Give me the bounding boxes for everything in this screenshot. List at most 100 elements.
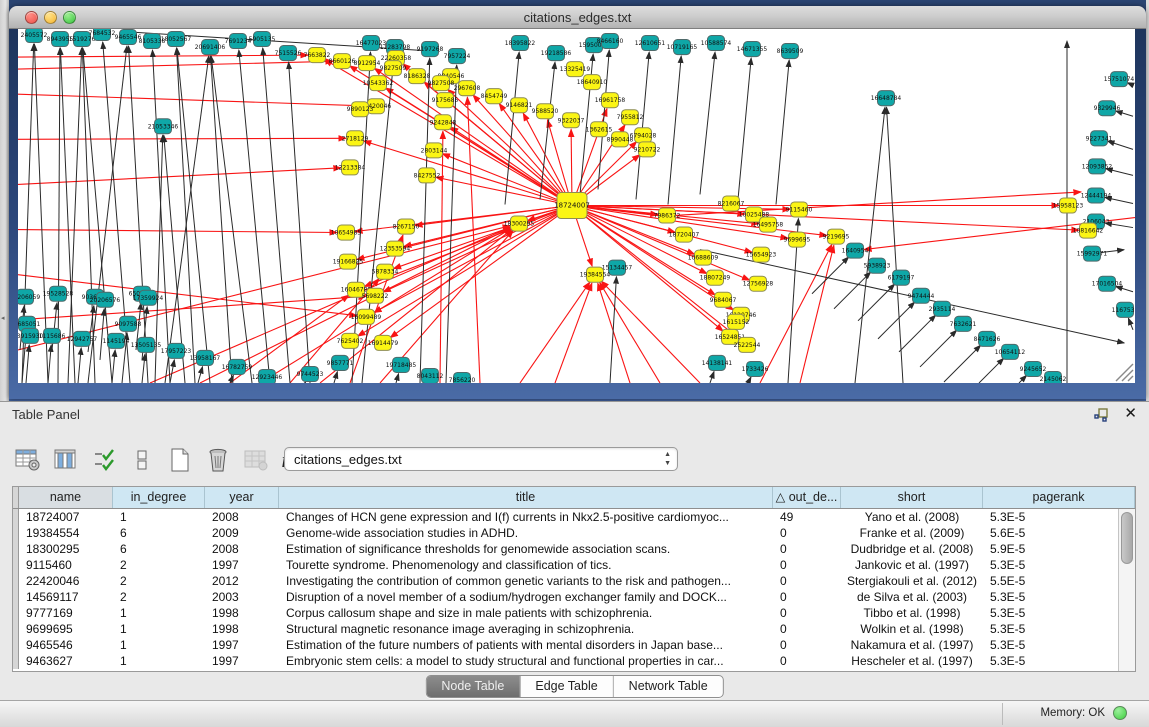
table-cell[interactable]: Genome-wide association studies in ADHD. [279, 525, 773, 541]
table-cell[interactable]: 9463627 [19, 653, 113, 669]
scrollbar-thumb[interactable] [1121, 512, 1133, 564]
table-cell[interactable]: Dudbridge et al. (2008) [841, 541, 983, 557]
table-cell[interactable]: Investigating the contribution of common… [279, 573, 773, 589]
column-header-in_degree[interactable]: in_degree [113, 487, 205, 508]
table-cell[interactable]: Wolkin et al. (1998) [841, 621, 983, 637]
table-cell[interactable]: 1997 [205, 653, 279, 669]
table-cell[interactable]: 2 [113, 589, 205, 605]
table-cell[interactable]: Franke et al. (2009) [841, 525, 983, 541]
table-row[interactable]: 1872400712008Changes of HCN gene express… [13, 509, 1135, 525]
table-cell[interactable]: 9777169 [19, 605, 113, 621]
table-cell[interactable]: 5.6E-5 [983, 525, 1135, 541]
table-cell[interactable]: 1 [113, 605, 205, 621]
table-cell[interactable]: 18724007 [19, 509, 113, 525]
network-canvas[interactable]: 2405572894395515192767684532946554681053… [18, 29, 1135, 383]
table-cell[interactable]: Nakamura et al. (1997) [841, 637, 983, 653]
tab-edge-table[interactable]: Edge Table [520, 676, 613, 697]
splitter-collapse-icon[interactable]: ◂ [1, 314, 5, 322]
table-cell[interactable]: 2009 [205, 525, 279, 541]
table-cell[interactable]: 1 [113, 653, 205, 669]
memory-status-indicator[interactable] [1113, 706, 1127, 720]
table-cell[interactable]: 2 [113, 573, 205, 589]
network-window[interactable]: citations_edges.txt 24055728943955151927… [9, 6, 1146, 399]
table-cell[interactable]: Stergiakouli et al. (2012) [841, 573, 983, 589]
new-table-icon[interactable] [166, 447, 193, 473]
table-cell[interactable]: 5.9E-5 [983, 541, 1135, 557]
table-cell[interactable]: 5.3E-5 [983, 557, 1135, 573]
table-cell[interactable]: Hescheler et al. (1997) [841, 653, 983, 669]
table-cell[interactable]: 5.3E-5 [983, 637, 1135, 653]
table-cell[interactable]: 2 [113, 557, 205, 573]
table-row[interactable]: 946362711997Embryonic stem cells: a mode… [13, 653, 1135, 669]
column-header-year[interactable]: year [205, 487, 279, 508]
show-columns-icon[interactable] [52, 447, 79, 473]
table-cell[interactable]: 0 [773, 653, 841, 669]
table-row[interactable]: 1456911722003Disruption of a novel membe… [13, 589, 1135, 605]
table-cell[interactable]: 0 [773, 589, 841, 605]
vertical-scrollbar[interactable] [1118, 509, 1135, 671]
window-resize-grip[interactable] [1116, 364, 1133, 381]
table-cell[interactable]: Disruption of a novel member of a sodium… [279, 589, 773, 605]
table-cell[interactable]: 1998 [205, 621, 279, 637]
table-cell[interactable]: 1997 [205, 557, 279, 573]
table-row[interactable]: 2242004622012Investigating the contribut… [13, 573, 1135, 589]
left-splitter[interactable]: ◂ [0, 0, 9, 401]
table-cell[interactable]: 14569117 [19, 589, 113, 605]
table-cell[interactable]: 19384554 [19, 525, 113, 541]
column-header-short[interactable]: short [841, 487, 983, 508]
table-cell[interactable]: 2012 [205, 573, 279, 589]
table-row[interactable]: 969969511998Structural magnetic resonanc… [13, 621, 1135, 637]
table-cell[interactable]: 5.3E-5 [983, 509, 1135, 525]
table-row[interactable]: 977716911998Corpus callosum shape and si… [13, 605, 1135, 621]
table-selector-dropdown[interactable]: citations_edges.txt ▲▼ [284, 447, 678, 471]
table-cell[interactable]: Jankovic et al. (1997) [841, 557, 983, 573]
table-cell[interactable]: 1 [113, 621, 205, 637]
table-cell[interactable]: 1997 [205, 637, 279, 653]
table-settings-icon[interactable] [14, 447, 41, 473]
table-cell[interactable]: 5.3E-5 [983, 653, 1135, 669]
table-cell[interactable]: 0 [773, 541, 841, 557]
table-cell[interactable]: 0 [773, 605, 841, 621]
table-row[interactable]: 946554611997Estimation of the future num… [13, 637, 1135, 653]
table-cell[interactable]: 2008 [205, 509, 279, 525]
network-window-titlebar[interactable]: citations_edges.txt [9, 6, 1146, 29]
table-cell[interactable]: 9465546 [19, 637, 113, 653]
table-row[interactable]: 1830029562008Estimation of significance … [13, 541, 1135, 557]
table-cell[interactable]: 22420046 [19, 573, 113, 589]
table-cell[interactable]: Estimation of the future numbers of pati… [279, 637, 773, 653]
table-cell[interactable]: 0 [773, 573, 841, 589]
table-cell[interactable]: Tourette syndrome. Phenomenology and cla… [279, 557, 773, 573]
column-header-out_de[interactable]: △ out_de... [773, 487, 841, 508]
table-cell[interactable]: 6 [113, 541, 205, 557]
table-cell[interactable]: Corpus callosum shape and size in male p… [279, 605, 773, 621]
table-cell[interactable]: Yano et al. (2008) [841, 509, 983, 525]
table-cell[interactable]: Embryonic stem cells: a model to study s… [279, 653, 773, 669]
tab-node-table[interactable]: Node Table [426, 676, 520, 697]
table-cell[interactable]: 0 [773, 525, 841, 541]
table-cell[interactable]: 0 [773, 637, 841, 653]
table-cell[interactable]: Estimation of significance thresholds fo… [279, 541, 773, 557]
table-cell[interactable]: 5.3E-5 [983, 589, 1135, 605]
table-cell[interactable]: 5.3E-5 [983, 605, 1135, 621]
table-cell[interactable]: 49 [773, 509, 841, 525]
close-panel-icon[interactable]: ✕ [1124, 404, 1137, 422]
table-cell[interactable]: 5.3E-5 [983, 621, 1135, 637]
table-cell[interactable]: 0 [773, 557, 841, 573]
delete-table-icon[interactable] [204, 447, 231, 473]
table-cell[interactable]: Changes of HCN gene expression and I(f) … [279, 509, 773, 525]
table-cell[interactable]: 0 [773, 621, 841, 637]
table-cell[interactable]: 9699695 [19, 621, 113, 637]
table-cell[interactable]: 5.5E-5 [983, 573, 1135, 589]
table-cell[interactable]: 1998 [205, 605, 279, 621]
table-cell[interactable]: Structural magnetic resonance image aver… [279, 621, 773, 637]
table-cell[interactable]: 2003 [205, 589, 279, 605]
table-cell[interactable]: 1 [113, 637, 205, 653]
table-cell[interactable]: de Silva et al. (2003) [841, 589, 983, 605]
network-graph[interactable]: 2405572894395515192767684532946554681053… [18, 29, 1135, 383]
select-rows-icon[interactable] [90, 447, 117, 473]
table-row[interactable]: 1938455462009Genome-wide association stu… [13, 525, 1135, 541]
column-header-name[interactable]: name [19, 487, 113, 508]
column-header-title[interactable]: title [279, 487, 773, 508]
table-cell[interactable]: 9115460 [19, 557, 113, 573]
tab-network-table[interactable]: Network Table [614, 676, 723, 697]
